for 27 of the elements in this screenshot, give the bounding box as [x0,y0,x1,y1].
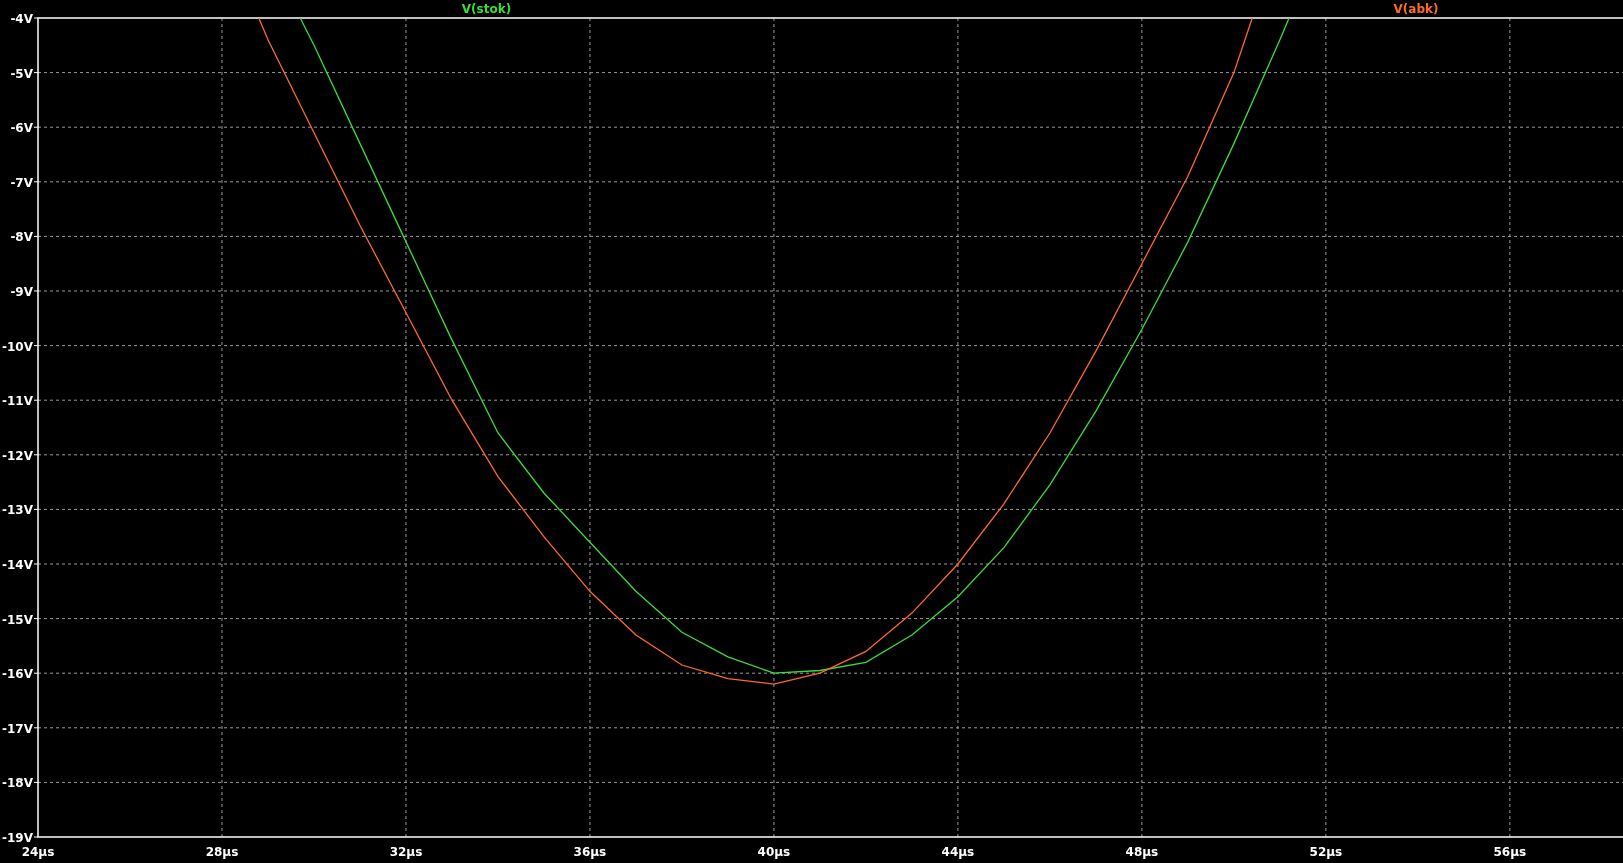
axis-tick-label: -6V [10,121,33,136]
axis-tick-label: -17V [2,721,33,736]
axis-tick-label: -13V [2,503,33,518]
axis-tick-label: 44µs [941,845,975,859]
axis-tick-label: -12V [2,448,33,463]
axis-tick-label: 56µs [1493,845,1527,859]
axis-tick-label: -4V [10,12,33,26]
axis-tick-label: -10V [2,339,33,354]
axis-tick-label: 32µs [389,845,423,859]
axis-tick-label: -7V [10,175,33,190]
axis-tick-label: -14V [2,558,33,572]
axis-tick-label: -9V [10,285,33,299]
axis-tick-label: -8V [10,230,33,245]
axis-tick-label: -19V [2,831,33,845]
axis-tick-label: -5V [10,66,33,81]
axis-tick-label: 52µs [1309,845,1343,859]
axis-tick-label: -18V [2,776,33,791]
trace-label[interactable]: V(stok) [461,2,512,16]
axis-tick-label: 24µs [21,845,55,859]
axis-tick-label: 36µs [573,845,607,859]
axis-tick-label: 48µs [1125,845,1159,859]
axis-tick-label: -15V [2,612,33,627]
trace-label[interactable]: V(abk) [1393,2,1439,16]
axis-tick-label: -11V [2,394,33,409]
axis-tick-label: 28µs [205,845,239,859]
axis-tick-label: 40µs [757,845,791,859]
axis-tick-label: -16V [2,667,33,682]
